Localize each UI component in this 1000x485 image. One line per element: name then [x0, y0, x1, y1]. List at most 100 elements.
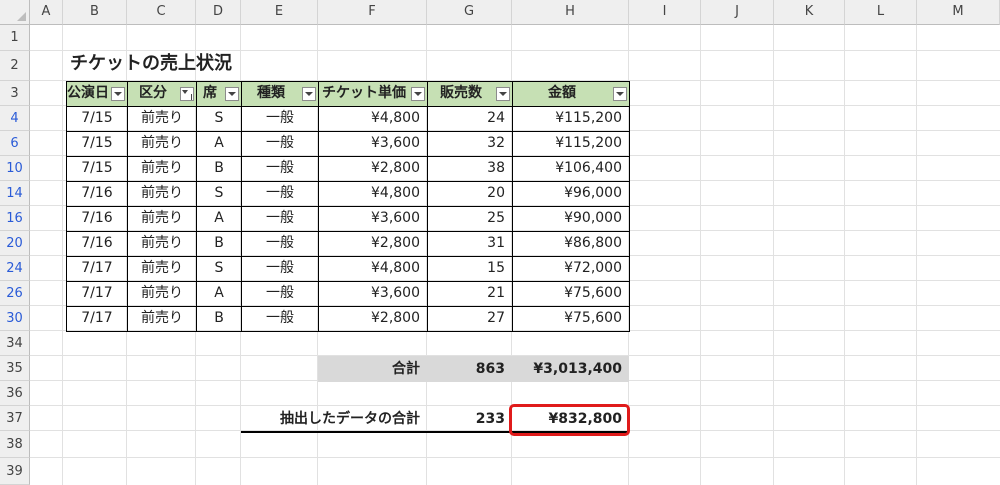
table-cell[interactable]: S	[196, 106, 242, 132]
table-cell[interactable]: 一般	[241, 106, 319, 132]
row-header-16[interactable]: 16	[0, 206, 30, 231]
table-cell[interactable]: ¥2,800	[318, 156, 428, 182]
table-cell[interactable]: A	[196, 206, 242, 232]
table-cell[interactable]: ¥72,000	[512, 256, 630, 282]
table-cell[interactable]: ¥115,200	[512, 106, 630, 132]
column-header-i[interactable]: I	[629, 0, 701, 25]
table-cell[interactable]: ¥75,600	[512, 281, 630, 307]
column-header-c[interactable]: C	[127, 0, 196, 25]
table-cell[interactable]: 24	[427, 106, 513, 132]
filter-dropdown-icon[interactable]	[613, 87, 627, 101]
table-cell[interactable]: A	[196, 281, 242, 307]
table-cell[interactable]: ¥90,000	[512, 206, 630, 232]
table-cell[interactable]: S	[196, 181, 242, 207]
table-cell[interactable]: ¥3,600	[318, 206, 428, 232]
table-cell[interactable]: 前売り	[127, 181, 197, 207]
table-cell[interactable]: B	[196, 231, 242, 257]
table-cell[interactable]: 一般	[241, 131, 319, 157]
table-cell[interactable]: 前売り	[127, 206, 197, 232]
row-header-1[interactable]: 1	[0, 25, 30, 51]
filter-dropdown-icon[interactable]	[411, 87, 425, 101]
table-cell[interactable]: 一般	[241, 156, 319, 182]
row-header-14[interactable]: 14	[0, 181, 30, 206]
total-label[interactable]: 合計	[318, 357, 427, 381]
row-header-4[interactable]: 4	[0, 106, 30, 131]
filter-dropdown-icon[interactable]	[111, 87, 125, 101]
table-cell[interactable]: 前売り	[127, 131, 197, 157]
column-header-g[interactable]: G	[427, 0, 512, 25]
column-header-e[interactable]: E	[241, 0, 318, 25]
table-cell[interactable]: 7/16	[66, 181, 128, 207]
table-cell[interactable]: 7/17	[66, 306, 128, 332]
table-cell[interactable]: 7/16	[66, 231, 128, 257]
table-cell[interactable]: 一般	[241, 256, 319, 282]
row-header-3[interactable]: 3	[0, 81, 30, 106]
table-cell[interactable]: ¥106,400	[512, 156, 630, 182]
row-header-24[interactable]: 24	[0, 256, 30, 281]
table-cell[interactable]: 前売り	[127, 156, 197, 182]
table-cell[interactable]: 前売り	[127, 306, 197, 332]
row-header-10[interactable]: 10	[0, 156, 30, 181]
table-cell[interactable]: 38	[427, 156, 513, 182]
table-header-cell[interactable]: チケット単価	[318, 81, 428, 107]
row-header-37[interactable]: 37	[0, 406, 30, 431]
table-header-cell[interactable]: 種類	[241, 81, 319, 107]
table-cell[interactable]: 7/15	[66, 131, 128, 157]
table-cell[interactable]: ¥115,200	[512, 131, 630, 157]
table-cell[interactable]: 一般	[241, 181, 319, 207]
table-cell[interactable]: 20	[427, 181, 513, 207]
table-cell[interactable]: 一般	[241, 306, 319, 332]
table-cell[interactable]: 27	[427, 306, 513, 332]
table-cell[interactable]: ¥4,800	[318, 106, 428, 132]
row-header-34[interactable]: 34	[0, 331, 30, 356]
column-header-a[interactable]: A	[30, 0, 63, 25]
table-cell[interactable]: ¥96,000	[512, 181, 630, 207]
table-cell[interactable]: 前売り	[127, 231, 197, 257]
table-header-cell[interactable]: 金額	[512, 81, 630, 107]
table-cell[interactable]: 15	[427, 256, 513, 282]
table-cell[interactable]: ¥75,600	[512, 306, 630, 332]
column-header-f[interactable]: F	[318, 0, 427, 25]
select-all-corner[interactable]	[0, 0, 30, 25]
table-cell[interactable]: S	[196, 256, 242, 282]
total-count[interactable]: 863	[427, 357, 512, 381]
table-header-cell[interactable]: 販売数	[427, 81, 513, 107]
column-header-h[interactable]: H	[512, 0, 629, 25]
row-header-35[interactable]: 35	[0, 356, 30, 381]
table-cell[interactable]: 前売り	[127, 256, 197, 282]
row-header-2[interactable]: 2	[0, 51, 30, 81]
column-header-b[interactable]: B	[63, 0, 127, 25]
column-header-m[interactable]: M	[917, 0, 1000, 25]
table-cell[interactable]: 7/17	[66, 256, 128, 282]
table-cell[interactable]: ¥4,800	[318, 181, 428, 207]
filter-dropdown-icon[interactable]	[302, 87, 316, 101]
column-header-j[interactable]: J	[701, 0, 774, 25]
column-header-k[interactable]: K	[774, 0, 845, 25]
table-cell[interactable]: 7/15	[66, 156, 128, 182]
table-cell[interactable]: ¥3,600	[318, 281, 428, 307]
table-cell[interactable]: 31	[427, 231, 513, 257]
table-cell[interactable]: A	[196, 131, 242, 157]
filtered-total-label[interactable]: 抽出したデータの合計	[241, 407, 427, 431]
row-header-38[interactable]: 38	[0, 431, 30, 458]
filter-active-icon[interactable]	[180, 87, 194, 101]
row-header-20[interactable]: 20	[0, 231, 30, 256]
table-cell[interactable]: B	[196, 306, 242, 332]
table-cell[interactable]: 一般	[241, 231, 319, 257]
total-amount[interactable]: ¥3,013,400	[512, 357, 629, 381]
table-cell[interactable]: 7/17	[66, 281, 128, 307]
row-header-6[interactable]: 6	[0, 131, 30, 156]
table-cell[interactable]: B	[196, 156, 242, 182]
filter-dropdown-icon[interactable]	[225, 87, 239, 101]
table-cell[interactable]: 一般	[241, 281, 319, 307]
table-header-cell[interactable]: 席	[196, 81, 242, 107]
table-header-cell[interactable]: 区分	[127, 81, 197, 107]
table-cell[interactable]: ¥86,800	[512, 231, 630, 257]
table-cell[interactable]: ¥2,800	[318, 306, 428, 332]
table-cell[interactable]: 一般	[241, 206, 319, 232]
table-cell[interactable]: 25	[427, 206, 513, 232]
row-header-26[interactable]: 26	[0, 281, 30, 306]
row-header-30[interactable]: 30	[0, 306, 30, 331]
table-cell[interactable]: 32	[427, 131, 513, 157]
table-cell[interactable]: 21	[427, 281, 513, 307]
